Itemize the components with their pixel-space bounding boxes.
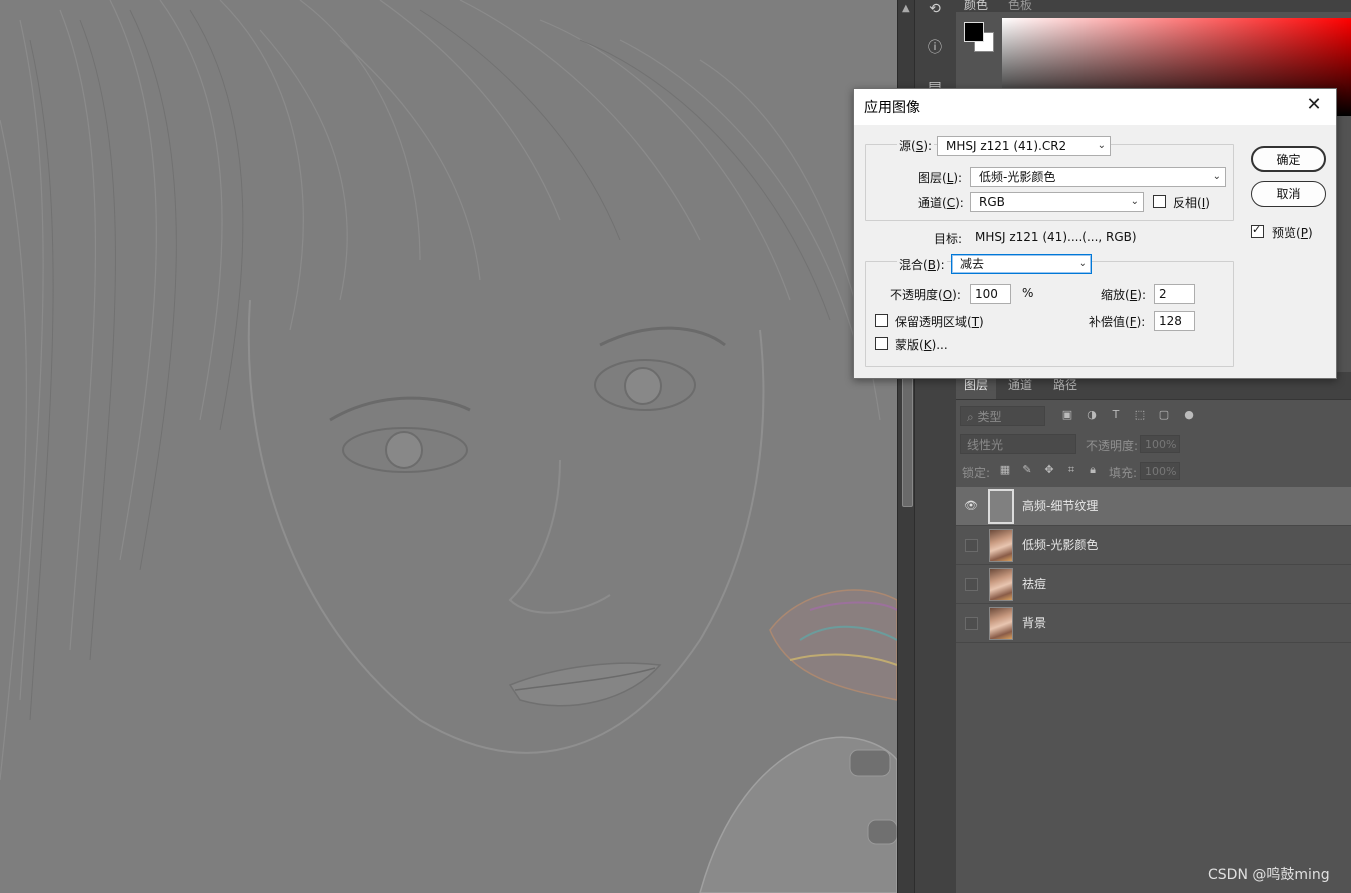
opacity-unit: % [1022, 286, 1034, 300]
layer-name: 高频-细节纹理 [1022, 499, 1099, 513]
preview-label: 预览(P) [1272, 226, 1313, 240]
chevron-down-icon: ⌄ [1130, 196, 1139, 207]
layer-name: 低频-光影颜色 [1022, 538, 1099, 552]
lock-label: 锁定: [962, 466, 991, 480]
layer-row[interactable]: 低频-光影颜色 [956, 526, 1351, 565]
mask-checkbox[interactable] [875, 337, 888, 350]
lock-paint-icon[interactable]: ✎ [1020, 463, 1034, 477]
layer-value: 低频-光影颜色 [979, 170, 1056, 184]
opacity-label: 不透明度(O): [890, 288, 961, 302]
preview-checkbox[interactable] [1251, 223, 1264, 238]
filter-smart-object-icon[interactable]: ▢ [1157, 408, 1171, 422]
layer-filter-select[interactable]: ⌕ 类型 [960, 406, 1045, 426]
layer-opacity-input[interactable]: 100% [1140, 435, 1180, 453]
opacity-input[interactable]: 100 [970, 284, 1011, 304]
layer-blend-mode-select[interactable]: 线性光 [960, 434, 1076, 454]
target-label: 目标: [934, 232, 963, 246]
layer-fill-input[interactable]: 100% [1140, 462, 1180, 480]
chevron-down-icon: ⌄ [1097, 140, 1106, 151]
layers-lock-row: 锁定: ▦ ✎ ✥ ⌗ 🔒︎ 填充: 100% [956, 458, 1351, 484]
lock-position-icon[interactable]: ✥ [1042, 463, 1056, 477]
history-icon[interactable]: ⟲ [926, 0, 944, 18]
channel-value: RGB [979, 195, 1005, 209]
blend-label: 混合(B): [897, 256, 947, 273]
color-panel-tabs: 颜色 色板 [956, 0, 1351, 12]
chevron-down-icon: ⌄ [1078, 258, 1087, 269]
layer-row[interactable]: 👁︎ 高频-细节纹理 [956, 487, 1351, 526]
layer-row[interactable]: 背景 [956, 604, 1351, 643]
scrollbar-thumb[interactable] [902, 375, 913, 507]
chevron-down-icon: ⌄ [1212, 171, 1221, 182]
blend-select[interactable]: 减去 ⌄ [951, 254, 1092, 274]
filter-shape-icon[interactable]: ⬚ [1133, 408, 1147, 422]
invert-label: 反相(I) [1173, 196, 1210, 210]
cancel-button[interactable]: 取消 [1251, 181, 1326, 207]
ok-button[interactable]: 确定 [1251, 146, 1326, 172]
filter-adjustment-icon[interactable]: ◑ [1085, 408, 1099, 422]
layer-opacity-label: 不透明度: [1086, 439, 1139, 453]
layer-select[interactable]: 低频-光影颜色 ⌄ [970, 167, 1226, 187]
dialog-title: 应用图像 [864, 100, 920, 116]
layers-blend-row: 线性光 不透明度: 100% [956, 430, 1351, 456]
eye-icon[interactable]: 👁︎ [964, 499, 978, 513]
high-pass-image [0, 0, 897, 893]
scale-label: 缩放(E): [1101, 288, 1147, 302]
foreground-color-swatch[interactable] [964, 22, 984, 42]
scroll-up-icon[interactable]: ▲ [902, 3, 910, 14]
layer-name: 祛痘 [1022, 577, 1047, 591]
visibility-toggle-icon[interactable] [965, 578, 978, 591]
source-label: 源(S): [897, 137, 935, 154]
layer-thumbnail [989, 568, 1013, 601]
tab-color[interactable]: 颜色 [964, 0, 988, 13]
layer-thumbnail [989, 607, 1013, 640]
blend-mode-value: 线性光 [967, 438, 1004, 452]
filter-pixel-icon[interactable]: ▣ [1060, 408, 1074, 422]
dialog-titlebar: 应用图像 ✕ [854, 89, 1336, 125]
layer-thumbnail [988, 489, 1014, 524]
dialog-body: 源(S): MHSJ z121 (41).CR2 ⌄ 图层(L): 低频-光影颜色… [854, 125, 1336, 378]
preserve-transparency-checkbox[interactable] [875, 314, 888, 327]
offset-label: 补偿值(F): [1089, 315, 1146, 329]
visibility-toggle-icon[interactable] [965, 617, 978, 630]
filter-type-icon[interactable]: T [1109, 408, 1123, 422]
invert-checkbox[interactable] [1153, 195, 1166, 208]
watermark: CSDN @鸣鼓ming [1208, 867, 1330, 883]
mask-label: 蒙版(K)... [895, 338, 948, 352]
blend-value: 减去 [960, 257, 985, 271]
lock-transparent-icon[interactable]: ▦ [998, 463, 1012, 477]
lock-artboard-icon[interactable]: ⌗ [1064, 463, 1078, 477]
document-canvas[interactable] [0, 0, 897, 893]
close-icon[interactable]: ✕ [1304, 95, 1324, 115]
layer-row[interactable]: 祛痘 [956, 565, 1351, 604]
source-select[interactable]: MHSJ z121 (41).CR2 ⌄ [937, 136, 1111, 156]
apply-image-dialog: 应用图像 ✕ 源(S): MHSJ z121 (41).CR2 ⌄ 图层(L): … [853, 88, 1337, 379]
tab-swatches[interactable]: 色板 [1008, 0, 1032, 13]
layer-name: 背景 [1022, 616, 1047, 630]
lock-all-icon[interactable]: 🔒︎ [1086, 463, 1100, 477]
visibility-toggle-icon[interactable] [965, 539, 978, 552]
filter-placeholder: 类型 [977, 410, 1002, 424]
filter-toggle-icon[interactable]: ● [1182, 408, 1196, 422]
layer-thumbnail [989, 529, 1013, 562]
layers-filter-row: ⌕ 类型 ▣ ◑ T ⬚ ▢ ● [956, 400, 1351, 426]
info-icon[interactable]: ⓘ [926, 39, 944, 57]
offset-input[interactable]: 128 [1154, 311, 1195, 331]
layer-label: 图层(L): [918, 171, 963, 185]
fill-label: 填充: [1109, 466, 1138, 480]
target-value: MHSJ z121 (41)....(..., RGB) [975, 230, 1137, 244]
scale-input[interactable]: 2 [1154, 284, 1195, 304]
preserve-transparency-label: 保留透明区域(T) [895, 315, 984, 329]
channel-select[interactable]: RGB ⌄ [970, 192, 1144, 212]
source-value: MHSJ z121 (41).CR2 [946, 139, 1067, 153]
channel-label: 通道(C): [918, 196, 964, 210]
